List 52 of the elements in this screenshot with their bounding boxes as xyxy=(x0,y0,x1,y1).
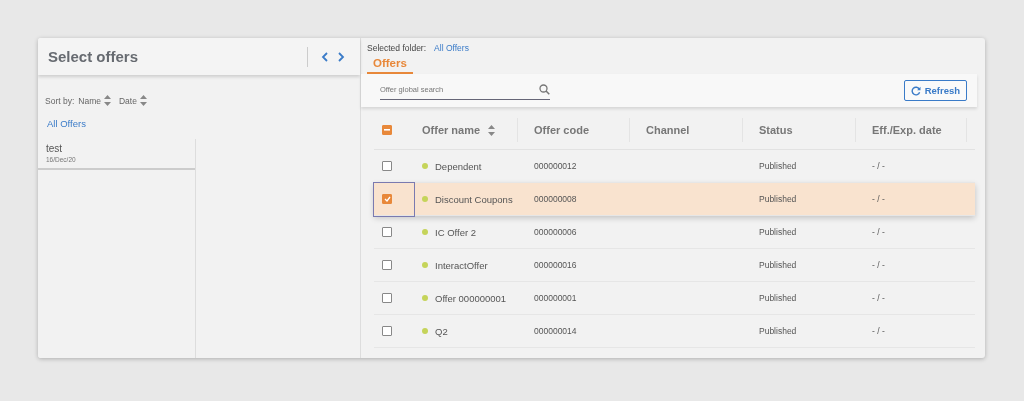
search-icon xyxy=(539,84,550,95)
column-header[interactable]: Offer name xyxy=(422,124,496,136)
sort-icon xyxy=(488,124,496,136)
offer-name: InteractOffer xyxy=(435,259,488,271)
chevron-left-icon xyxy=(321,51,328,62)
offer-dates: - / - xyxy=(872,161,885,171)
sort-icon xyxy=(139,95,147,106)
offer-name: Discount Coupons xyxy=(435,193,513,205)
offer-name: Dependent xyxy=(435,160,482,172)
sort-icon xyxy=(104,95,111,106)
column-header[interactable]: Offer code xyxy=(534,124,589,136)
offer-status: Published xyxy=(759,194,797,204)
offer-status: Published xyxy=(759,260,797,270)
chevron-right-icon xyxy=(338,51,345,62)
offer-dates: - / - xyxy=(872,260,885,270)
offer-code: 000000008 xyxy=(534,194,577,204)
offer-name: Offer 000000001 xyxy=(435,292,507,304)
offer-status: Published xyxy=(759,293,797,303)
column-header[interactable]: Eff./Exp. date xyxy=(872,124,942,136)
row-checkbox[interactable] xyxy=(382,326,392,336)
select-all-checkbox[interactable] xyxy=(382,125,392,135)
offer-code: 000000012 xyxy=(534,161,577,171)
sort-option[interactable]: Date xyxy=(119,95,137,106)
row-checkbox[interactable] xyxy=(382,161,392,171)
offer-dates: - / - xyxy=(872,326,885,336)
offer-code: 000000014 xyxy=(534,326,577,336)
minus-icon xyxy=(384,129,390,131)
offer-code: 000000006 xyxy=(534,227,577,237)
sort-label: Sort by: xyxy=(45,95,75,106)
row-checkbox[interactable] xyxy=(382,227,392,237)
row-checkbox[interactable] xyxy=(382,260,392,270)
offer-dates: - / - xyxy=(872,227,885,237)
refresh-icon xyxy=(910,85,921,96)
offer-code: 000000001 xyxy=(534,293,577,303)
offer-dates: - / - xyxy=(872,293,885,303)
refresh-button[interactable]: Refresh xyxy=(903,80,967,101)
offer-status: Published xyxy=(759,326,797,336)
offer-name: Q2 xyxy=(435,325,448,337)
offer-code: 000000016 xyxy=(534,260,577,270)
folder-link[interactable]: All Offers xyxy=(434,43,469,53)
folder-link[interactable]: All Offers xyxy=(47,118,86,129)
folder-label: Selected folder: xyxy=(367,43,427,53)
row-checkbox[interactable] xyxy=(382,194,392,204)
offer-dates: - / - xyxy=(872,194,885,204)
column-header[interactable]: Status xyxy=(759,124,793,136)
offer-status: Published xyxy=(759,227,797,237)
column-header[interactable]: Channel xyxy=(646,124,690,136)
offer-name: IC Offer 2 xyxy=(435,226,476,238)
row-checkbox[interactable] xyxy=(382,293,392,303)
offer-status: Published xyxy=(759,161,797,171)
panel-title: Select offers xyxy=(48,48,140,65)
sort-option[interactable]: Name xyxy=(78,95,101,106)
